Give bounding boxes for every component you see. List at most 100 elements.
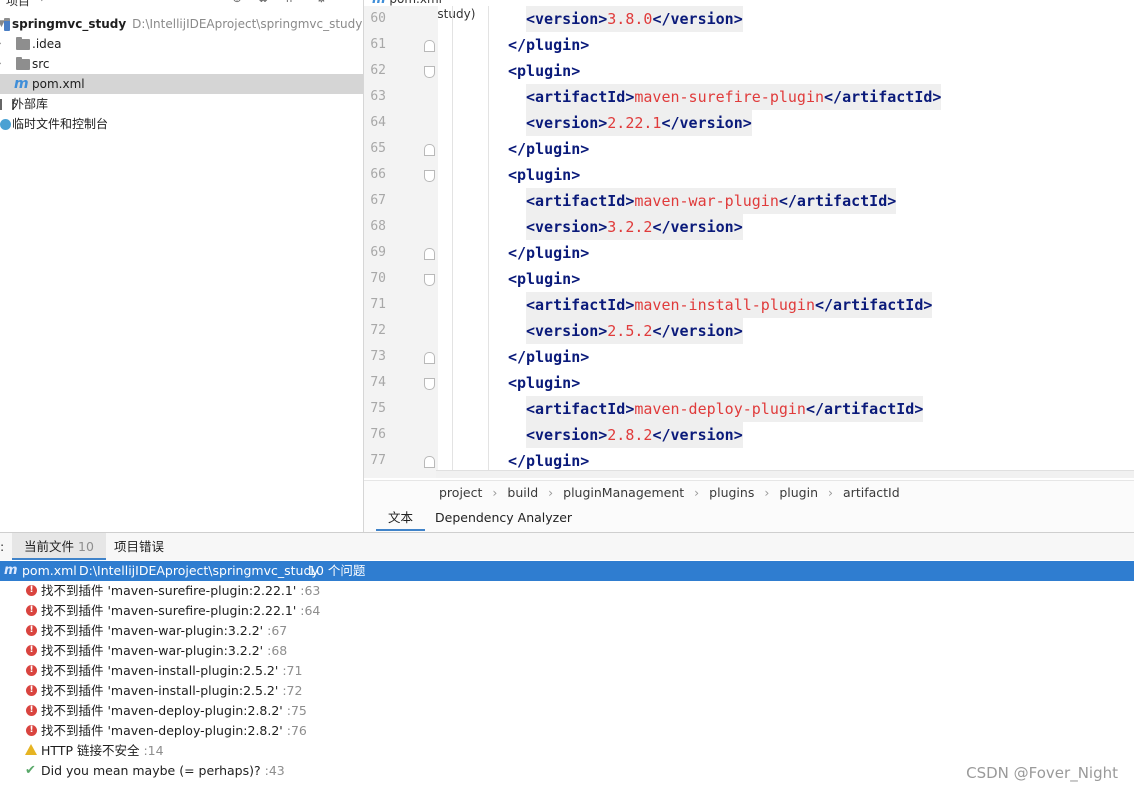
code-line[interactable]: 76 <version>2.8.2</version> [364, 422, 1134, 448]
hide-icon[interactable]: — [342, 0, 354, 5]
problem-item[interactable]: ! 找不到插件 'maven-surefire-plugin:2.22.1':63 [0, 581, 1134, 601]
line-number: 71 [370, 297, 386, 312]
fold-marker-icon[interactable] [424, 144, 435, 156]
code-line[interactable]: 60 <version>3.8.0</version> [364, 6, 1134, 32]
fold-marker-icon[interactable] [424, 274, 435, 286]
line-number: 67 [370, 193, 386, 208]
xml-value: maven-surefire-plugin [634, 88, 825, 106]
chevron-down-icon[interactable]: ▼ [38, 0, 46, 3]
tab-current-file[interactable]: 当前文件 10 [12, 533, 106, 560]
fold-marker-icon[interactable] [424, 378, 435, 390]
fold-marker-icon[interactable] [424, 456, 435, 468]
breadcrumb-item[interactable]: plugin [779, 485, 818, 500]
breadcrumb-item[interactable]: build [507, 485, 538, 500]
problem-message: 找不到插件 'maven-surefire-plugin:2.22.1' [41, 583, 297, 598]
indent-guide [488, 292, 489, 318]
problem-item[interactable]: ! 找不到插件 'maven-install-plugin:2.5.2':72 [0, 681, 1134, 701]
code-line[interactable]: 61 </plugin> [364, 32, 1134, 58]
fold-marker-icon[interactable] [424, 66, 435, 78]
problem-text-wrap: 找不到插件 'maven-war-plugin:3.2.2':67 [41, 621, 287, 641]
problem-item[interactable]: ! 找不到插件 'maven-deploy-plugin:2.8.2':76 [0, 721, 1134, 741]
tab-text[interactable]: 文本 [376, 505, 426, 531]
code-line[interactable]: 67 <artifactId>maven-war-plugin</artifact… [364, 188, 1134, 214]
xml-open-tag: </plugin> [508, 348, 590, 366]
code-line[interactable]: 65 </plugin> [364, 136, 1134, 162]
code-line[interactable]: 72 <version>2.5.2</version> [364, 318, 1134, 344]
file-problem-summary: 10 个问题 [308, 563, 366, 578]
xml-close-tag: </version> [652, 10, 743, 28]
problem-text-wrap: HTTP 链接不安全:14 [41, 741, 164, 761]
tree-item-module[interactable]: ▼ springmvc_studyD:\IntellijIDEAproject\… [0, 14, 363, 34]
chevron-right-icon[interactable]: › [0, 54, 2, 74]
problem-message: 找不到插件 'maven-install-plugin:2.5.2' [41, 663, 279, 678]
line-number: 63 [370, 89, 386, 104]
code-line[interactable]: 64 <version>2.22.1</version> [364, 110, 1134, 136]
breadcrumb-item[interactable]: project [439, 485, 482, 500]
tab-dependency-analyzer[interactable]: Dependency Analyzer [423, 505, 584, 531]
indent-guide [452, 84, 453, 110]
code-text: </plugin> [508, 32, 589, 58]
code-line[interactable]: 74 <plugin> [364, 370, 1134, 396]
indent-guide [488, 422, 489, 448]
code-line[interactable]: 66 <plugin> [364, 162, 1134, 188]
fold-marker-icon[interactable] [424, 170, 435, 182]
problem-message: HTTP 链接不安全 [41, 743, 140, 758]
tree-item-external-libraries[interactable]: 外部库 [0, 94, 363, 114]
indent-guide [452, 240, 453, 266]
breadcrumb-separator-icon: › [764, 485, 770, 500]
problem-item[interactable]: ✔ Did you mean maybe (= perhaps)?:43 [0, 761, 1134, 781]
problem-item[interactable]: ! 找不到插件 'maven-war-plugin:3.2.2':68 [0, 641, 1134, 661]
tree-item-pom[interactable]: m pom.xml [0, 74, 363, 94]
problem-item[interactable]: ! 找不到插件 'maven-war-plugin:3.2.2':67 [0, 621, 1134, 641]
fold-marker-icon[interactable] [424, 352, 435, 364]
fold-marker-icon[interactable] [424, 248, 435, 260]
code-line[interactable]: 71 <artifactId>maven-install-plugin</arti… [364, 292, 1134, 318]
code-line[interactable]: 62 <plugin> [364, 58, 1134, 84]
breadcrumb-item[interactable]: plugins [709, 485, 754, 500]
indent-guide [488, 32, 489, 58]
tree-item-idea[interactable]: › .idea [0, 34, 363, 54]
problem-item[interactable]: ! 找不到插件 'maven-deploy-plugin:2.8.2':75 [0, 701, 1134, 721]
error-icon: ! [26, 725, 37, 736]
indent-guide [452, 188, 453, 214]
problem-item[interactable]: HTTP 链接不安全:14 [0, 741, 1134, 761]
problem-item[interactable]: ! 找不到插件 'maven-surefire-plugin:2.22.1':64 [0, 601, 1134, 621]
breadcrumb-item[interactable]: artifactId [843, 485, 900, 500]
code-editor[interactable]: m pom.xml (springmvc_study) 60<version>3… [364, 0, 1134, 478]
xml-value: maven-deploy-plugin [634, 400, 806, 418]
code-line[interactable]: 75 <artifactId>maven-deploy-plugin</artif… [364, 396, 1134, 422]
gear-icon[interactable]: ⚙ [316, 0, 327, 5]
code-text: </plugin> [508, 136, 589, 162]
code-line[interactable]: 69 </plugin> [364, 240, 1134, 266]
tab-label: 项目错误 [114, 539, 165, 554]
line-number: 66 [370, 167, 386, 182]
collapse-all-icon[interactable]: ⇈ [284, 0, 294, 5]
expand-all-icon[interactable]: ⇊ [258, 0, 268, 5]
indent-guide [452, 58, 453, 84]
xml-close-tag: </artifactId> [815, 296, 933, 314]
tab-project-errors[interactable]: 项目错误 [102, 533, 176, 560]
tree-item-src[interactable]: › src [0, 54, 363, 74]
error-icon: ! [26, 705, 37, 716]
code-line[interactable]: 70 <plugin> [364, 266, 1134, 292]
locate-icon[interactable]: ⊕ [232, 0, 242, 5]
maven-file-icon: m [14, 76, 29, 92]
problems-tabs: : 当前文件 10 项目错误 [0, 533, 1134, 560]
code-line[interactable]: 63 <artifactId>maven-surefire-plugin</art… [364, 84, 1134, 110]
typo-check-icon: ✔ [25, 763, 36, 778]
code-text: <version>2.22.1</version> [526, 110, 752, 136]
indent-guide [452, 292, 453, 318]
breadcrumb-item[interactable]: pluginManagement [563, 485, 684, 500]
chevron-right-icon[interactable]: › [0, 34, 2, 54]
line-number: 75 [370, 401, 386, 416]
problem-item[interactable]: ! 找不到插件 'maven-install-plugin:2.5.2':71 [0, 661, 1134, 681]
fold-marker-icon[interactable] [424, 40, 435, 52]
code-line[interactable]: 68 <version>3.2.2</version> [364, 214, 1134, 240]
problem-file-row[interactable]: m pom.xml D:\IntellijIDEAproject\springm… [0, 561, 1134, 581]
project-view-selector[interactable]: 项目 [6, 0, 30, 9]
horizontal-scrollbar[interactable] [436, 470, 1134, 478]
problem-line-number: :63 [300, 583, 321, 598]
code-line[interactable]: 73 </plugin> [364, 344, 1134, 370]
tree-item-scratches[interactable]: 临时文件和控制台 [0, 114, 363, 134]
module-icon [4, 18, 10, 31]
